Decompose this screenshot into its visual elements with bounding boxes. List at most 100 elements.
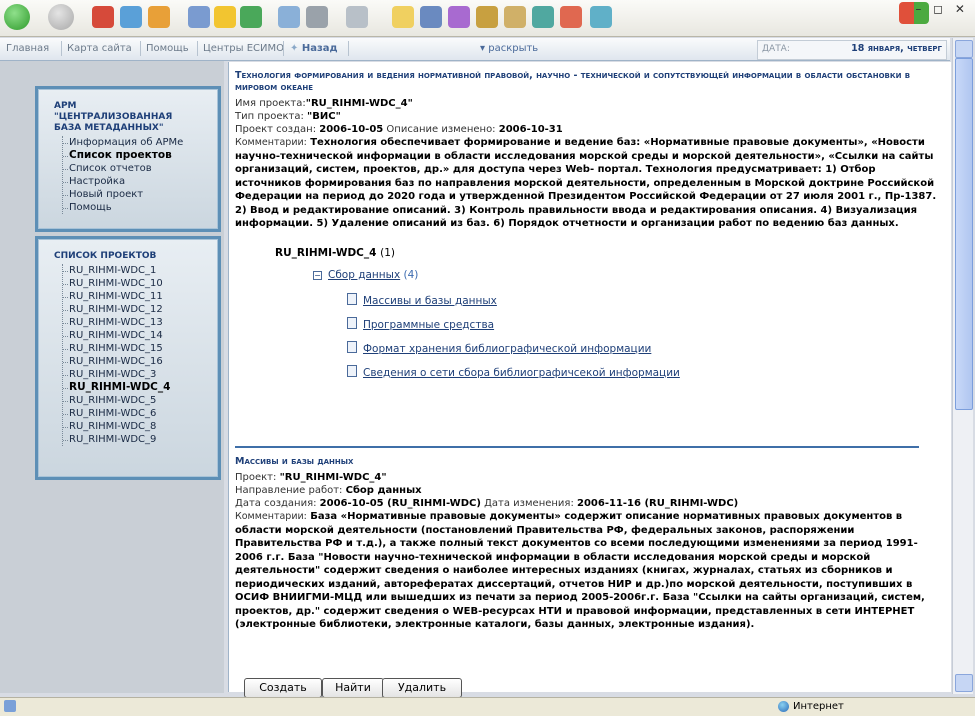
find-button[interactable]: Найти	[322, 678, 384, 698]
print-icon[interactable]	[306, 6, 328, 28]
tree-child[interactable]: Массивы и базы данных	[347, 292, 497, 307]
arm-menu-list: Информация об АРМе Список проектов Список …	[62, 136, 218, 214]
date-box: ДАТА: 18 января, четверг	[757, 40, 947, 60]
status-bar: Интернет	[0, 697, 975, 716]
tree-root[interactable]: RU_RIHMI-WDC_4 (1)	[275, 247, 395, 259]
project-changed-label: Описание изменено:	[386, 124, 496, 135]
nav-esimo-centers[interactable]: Центры ЕСИМО	[203, 43, 284, 54]
expand-link[interactable]: ▾ раскрыть	[480, 43, 538, 54]
globe-icon	[778, 701, 789, 712]
project-list-item[interactable]: RU_RIHMI-WDC_5	[63, 394, 218, 407]
window-controls[interactable]: – ◻ ✕	[915, 2, 969, 16]
project-list-item[interactable]: RU_RIHMI-WDC_10	[63, 277, 218, 290]
package-icon[interactable]	[504, 6, 526, 28]
nav-sitemap[interactable]: Карта сайта	[67, 43, 132, 54]
project-list-item[interactable]: RU_RIHMI-WDC_6	[63, 407, 218, 420]
tree-child-label: Массивы и базы данных	[363, 294, 497, 307]
collapse-icon[interactable]: −	[313, 270, 322, 280]
tree-group[interactable]: − Сбор данных (4)	[313, 269, 418, 281]
search-icon[interactable]	[188, 6, 210, 28]
detail-title: Массивы и базы данных	[235, 456, 354, 467]
nav-home[interactable]: Главная	[6, 43, 49, 54]
project-list-item[interactable]: RU_RIHMI-WDC_11	[63, 290, 218, 303]
project-created-label: Проект создан:	[235, 124, 317, 135]
arm-menu-item[interactable]: Список отчетов	[63, 162, 218, 175]
project-list-item[interactable]: RU_RIHMI-WDC_13	[63, 316, 218, 329]
home-icon[interactable]	[148, 6, 170, 28]
document-icon	[347, 316, 357, 329]
back-arrow-icon: ✦	[290, 43, 299, 54]
arm-menu-item[interactable]: Информация об АРМе	[63, 136, 218, 149]
project-name-value: "RU_RIHMI-WDC_4"	[305, 98, 413, 109]
history-icon[interactable]	[240, 6, 262, 28]
project-list-item[interactable]: RU_RIHMI-WDC_16	[63, 355, 218, 368]
project-changed-value: 2006-10-31	[498, 124, 563, 135]
project-name-label: Имя проекта:	[235, 98, 306, 109]
detail-direction-value: Сбор данных	[345, 485, 422, 496]
project-list-item[interactable]: RU_RIHMI-WDC_14	[63, 329, 218, 342]
project-list-item[interactable]: RU_RIHMI-WDC_9	[63, 433, 218, 446]
detail-project-value: "RU_RIHMI-WDC_4"	[279, 472, 387, 483]
project-list-item[interactable]: RU_RIHMI-WDC_12	[63, 303, 218, 316]
nav-help[interactable]: Помощь	[146, 43, 189, 54]
document-icon	[347, 292, 357, 305]
tree-child-label: Программные средства	[363, 318, 495, 331]
page-icon[interactable]	[420, 6, 442, 28]
stop-icon[interactable]	[92, 6, 114, 28]
tree-child[interactable]: Формат хранения библиографической информ…	[347, 340, 652, 355]
tree-child-label: Сведения о сети сбора библиографичсекой …	[363, 366, 680, 379]
section-divider	[235, 446, 919, 448]
back-icon[interactable]	[4, 4, 30, 30]
book-icon[interactable]	[476, 6, 498, 28]
edit-icon[interactable]	[346, 6, 368, 28]
arm-menu-item[interactable]: Список проектов	[63, 149, 218, 162]
forward-icon[interactable]	[48, 4, 74, 30]
network-icon[interactable]	[532, 6, 554, 28]
main-content: Технология формирования и ведения нормат…	[228, 62, 951, 692]
detail-created-value: 2006-10-05 (RU_RIHMI-WDC)	[319, 498, 481, 509]
project-list-item[interactable]: RU_RIHMI-WDC_8	[63, 420, 218, 433]
project-list-item[interactable]: RU_RIHMI-WDC_15	[63, 342, 218, 355]
mail-icon[interactable]	[278, 6, 300, 28]
create-button[interactable]: Создать	[244, 678, 322, 698]
document-icon	[347, 340, 357, 353]
project-title: Технология формирования и ведения нормат…	[235, 70, 911, 93]
project-type-value: "ВИС"	[307, 111, 341, 122]
project-tree: RU_RIHMI-WDC_4 (1) − Сбор данных (4) Масс…	[235, 235, 941, 395]
zoom-icon[interactable]	[560, 6, 582, 28]
project-list-item[interactable]: RU_RIHMI-WDC_4	[63, 381, 218, 394]
scroll-up-icon[interactable]	[955, 40, 973, 58]
users-icon[interactable]	[590, 6, 612, 28]
arm-menu-item[interactable]: Настройка	[63, 175, 218, 188]
back-link[interactable]: ✦ Назад	[290, 43, 338, 54]
status-zone: Интернет	[793, 701, 844, 712]
document-icon	[347, 364, 357, 377]
delete-button[interactable]: Удалить	[382, 678, 462, 698]
tree-child[interactable]: Сведения о сети сбора библиографичсекой …	[347, 364, 680, 379]
favorites-icon[interactable]	[214, 6, 236, 28]
scroll-down-icon[interactable]	[955, 674, 973, 692]
expand-arrow-icon: ▾	[480, 43, 486, 54]
arm-box-title: АРМ "Централизованная база метаданных"	[54, 101, 173, 133]
project-list-item[interactable]: RU_RIHMI-WDC_3	[63, 368, 218, 381]
project-comment-text: Технология обеспечивает формирование и в…	[235, 137, 937, 229]
project-type-label: Тип проекта:	[235, 111, 304, 122]
scroll-thumb[interactable]	[955, 58, 973, 410]
detail-created-label: Дата создания:	[235, 498, 317, 509]
folder-icon[interactable]	[392, 6, 414, 28]
ie-page-icon	[4, 700, 16, 712]
projects-box-title: Список проектов	[54, 251, 157, 261]
date-value: 18 января, четверг	[851, 43, 942, 54]
arm-menu-item[interactable]: Новый проект	[63, 188, 218, 201]
projects-list: RU_RIHMI-WDC_1 RU_RIHMI-WDC_10 RU_RIHMI-WD…	[62, 264, 218, 446]
page-scrollbar[interactable]	[952, 38, 973, 694]
tool-icon[interactable]	[448, 6, 470, 28]
tree-child-label: Формат хранения библиографической информ…	[363, 342, 652, 355]
arm-menu-box: АРМ "Централизованная база метаданных" И…	[35, 86, 221, 232]
detail-changed-label: Дата изменения:	[484, 498, 574, 509]
refresh-icon[interactable]	[120, 6, 142, 28]
date-label: ДАТА:	[762, 44, 790, 54]
tree-child[interactable]: Программные средства	[347, 316, 495, 331]
arm-menu-item[interactable]: Помощь	[63, 201, 218, 214]
project-list-item[interactable]: RU_RIHMI-WDC_1	[63, 264, 218, 277]
